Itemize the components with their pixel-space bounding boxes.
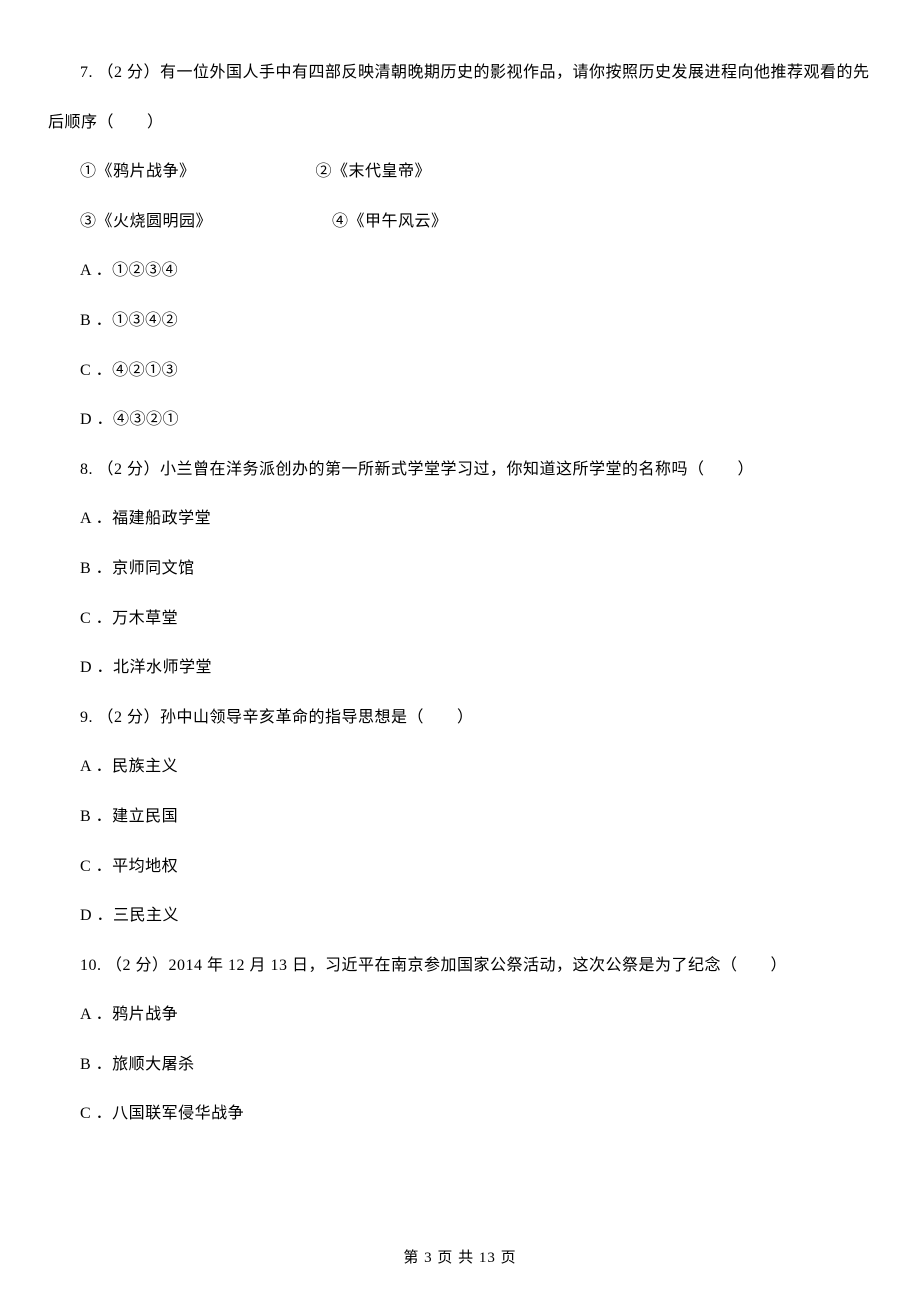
- option-b: B ．建立民国: [48, 804, 872, 830]
- movie-row-1: ①《鸦片战争》 ②《末代皇帝》: [48, 159, 872, 185]
- page-footer: 第 3 页 共 13 页: [0, 1246, 920, 1270]
- question-text: 9. （2 分）孙中山领导辛亥革命的指导思想是（ ）: [48, 705, 872, 731]
- option-d: D ．北洋水师学堂: [48, 655, 872, 681]
- option-c: C ．④②①③: [48, 358, 872, 384]
- movie-2: ②《末代皇帝》: [316, 163, 432, 180]
- question-text-line2: 后顺序（ ）: [48, 110, 872, 136]
- question-text-line1: 7. （2 分）有一位外国人手中有四部反映清朝晚期历史的影视作品，请你按照历史发…: [48, 60, 872, 86]
- option-c: C ．平均地权: [48, 854, 872, 880]
- option-c: C ．八国联军侵华战争: [48, 1101, 872, 1127]
- question-7: 7. （2 分）有一位外国人手中有四部反映清朝晚期历史的影视作品，请你按照历史发…: [48, 60, 872, 433]
- option-b: B ．①③④②: [48, 308, 872, 334]
- movie-1: ①《鸦片战争》: [80, 163, 196, 180]
- option-a: A ．①②③④: [48, 258, 872, 284]
- question-text: 8. （2 分）小兰曾在洋务派创办的第一所新式学堂学习过，你知道这所学堂的名称吗…: [48, 457, 872, 483]
- question-9: 9. （2 分）孙中山领导辛亥革命的指导思想是（ ） A ．民族主义 B ．建立…: [48, 705, 872, 929]
- movie-4: ④《甲午风云》: [332, 213, 448, 230]
- question-text: 10. （2 分）2014 年 12 月 13 日，习近平在南京参加国家公祭活动…: [48, 953, 872, 979]
- option-d: D ．三民主义: [48, 903, 872, 929]
- option-a: A ．鸦片战争: [48, 1002, 872, 1028]
- movie-3: ③《火烧圆明园》: [80, 213, 212, 230]
- question-10: 10. （2 分）2014 年 12 月 13 日，习近平在南京参加国家公祭活动…: [48, 953, 872, 1127]
- question-8: 8. （2 分）小兰曾在洋务派创办的第一所新式学堂学习过，你知道这所学堂的名称吗…: [48, 457, 872, 681]
- option-a: A ．民族主义: [48, 754, 872, 780]
- option-d: D ．④③②①: [48, 407, 872, 433]
- option-b: B ．京师同文馆: [48, 556, 872, 582]
- movie-row-2: ③《火烧圆明园》 ④《甲午风云》: [48, 209, 872, 235]
- option-b: B ．旅顺大屠杀: [48, 1052, 872, 1078]
- option-c: C ．万木草堂: [48, 606, 872, 632]
- option-a: A ．福建船政学堂: [48, 506, 872, 532]
